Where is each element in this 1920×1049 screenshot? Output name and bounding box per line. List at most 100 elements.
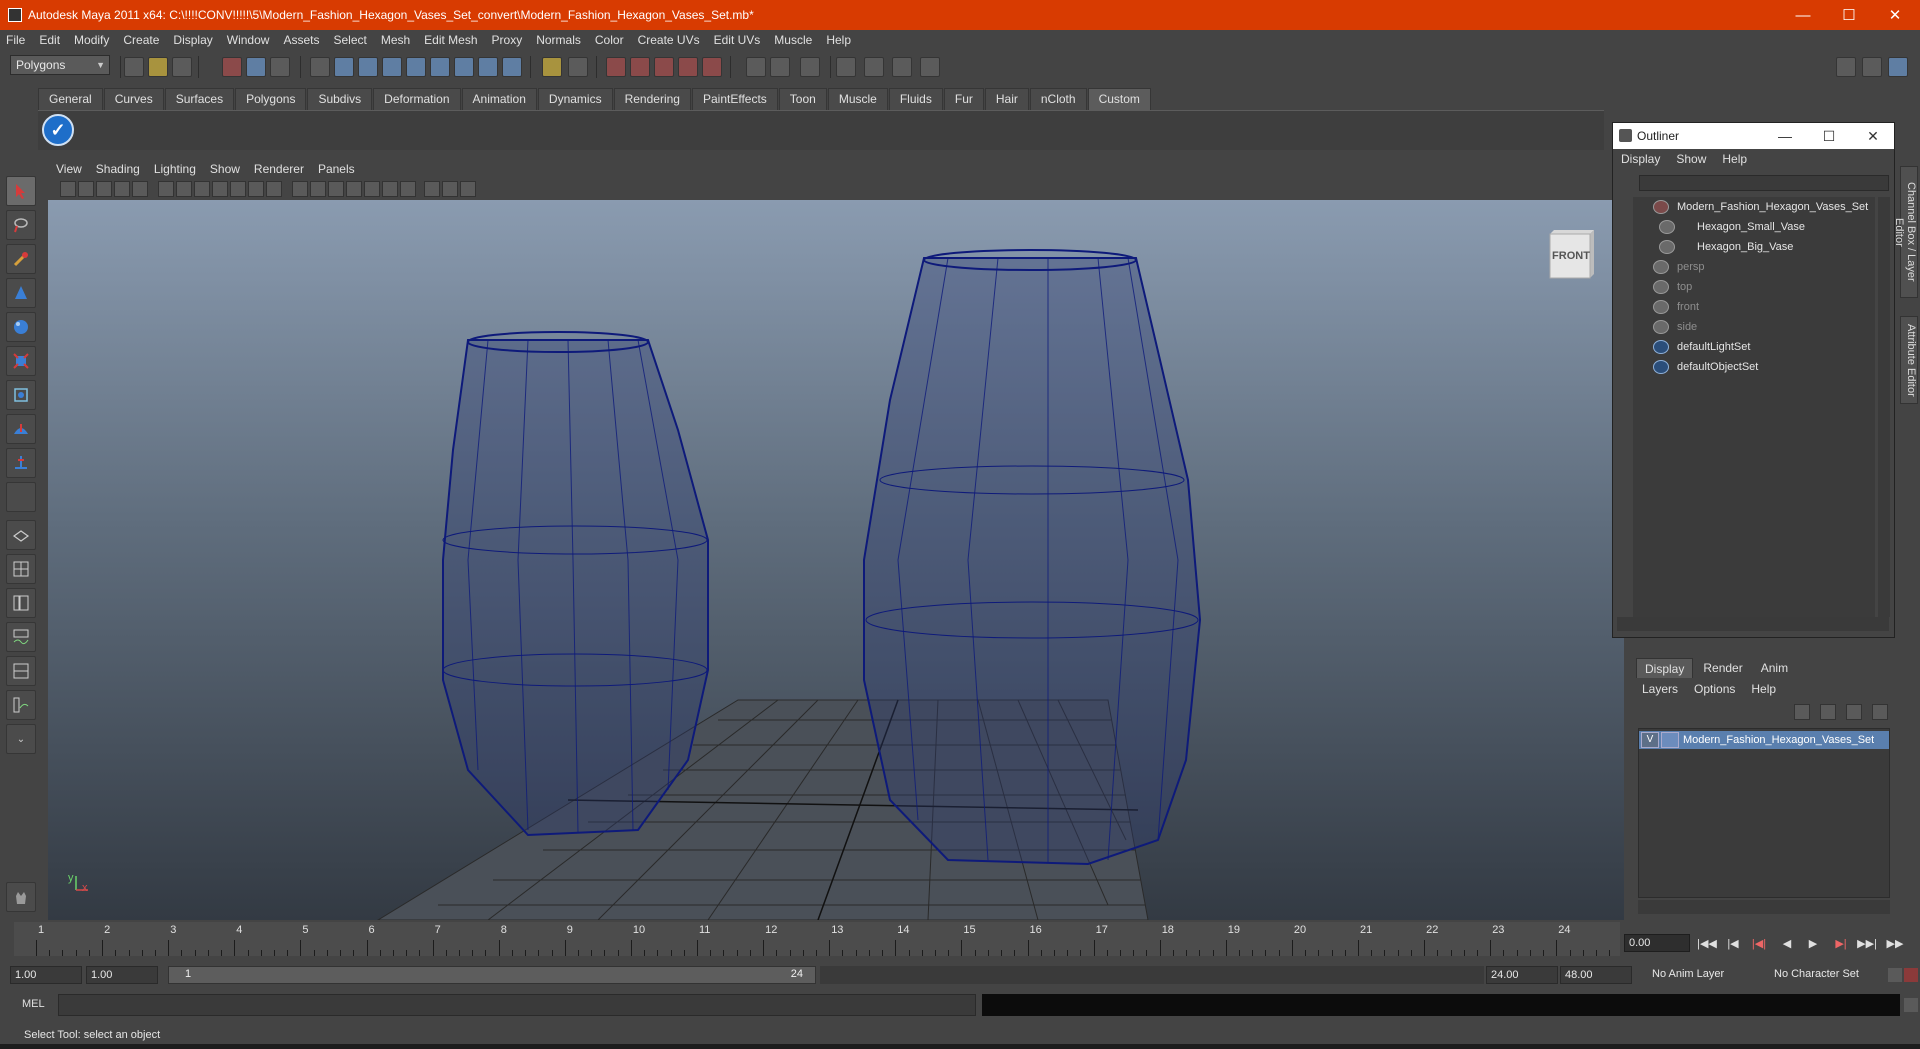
range-slider[interactable]: 1 24 — [168, 966, 816, 984]
outliner-item[interactable]: Hexagon_Small_Vase — [1659, 217, 1805, 237]
move-layer-up-icon[interactable] — [1794, 704, 1810, 720]
view-cube[interactable]: FRONT — [1546, 226, 1596, 282]
go-to-end-button[interactable]: ▶▶ — [1884, 934, 1906, 952]
universal-manipulator-button[interactable] — [6, 380, 36, 410]
outliner-menu-help[interactable]: Help — [1722, 152, 1747, 166]
step-back-key-button[interactable]: |◀ — [1722, 934, 1744, 952]
panel-menu-lighting[interactable]: Lighting — [154, 162, 196, 176]
menu-proxy[interactable]: Proxy — [492, 33, 523, 47]
shelf-tab-hair[interactable]: Hair — [984, 88, 1029, 110]
save-scene-icon[interactable] — [172, 57, 192, 77]
outliner-item[interactable]: defaultLightSet — [1653, 337, 1750, 357]
question-icon[interactable] — [502, 57, 522, 77]
layout-single-icon[interactable] — [1836, 57, 1856, 77]
layer-visibility-toggle[interactable]: V — [1641, 732, 1659, 748]
play-forwards-button[interactable]: ▶ — [1802, 934, 1824, 952]
panel-menu-renderer[interactable]: Renderer — [254, 162, 304, 176]
menu-color[interactable]: Color — [595, 33, 624, 47]
shelf-tab-rendering[interactable]: Rendering — [613, 88, 691, 110]
layer-horizontal-scrollbar[interactable] — [1638, 900, 1890, 914]
menu-create[interactable]: Create — [123, 33, 159, 47]
grid-toggle-icon[interactable] — [158, 181, 174, 197]
input-output-icon[interactable] — [746, 57, 766, 77]
bookmarks-icon[interactable] — [96, 181, 112, 197]
default-lighting-icon[interactable] — [382, 181, 398, 197]
wireframe-on-shaded-icon[interactable] — [328, 181, 344, 197]
layer-menu-options[interactable]: Options — [1694, 682, 1735, 696]
outliner-vertical-scrollbar[interactable] — [1878, 197, 1890, 617]
play-backwards-button[interactable]: ◀ — [1776, 934, 1798, 952]
layer-tab-display[interactable]: Display — [1636, 658, 1694, 678]
wireframe-icon[interactable] — [292, 181, 308, 197]
outliner-item[interactable]: front — [1653, 297, 1699, 317]
menu-assets[interactable]: Assets — [283, 33, 319, 47]
all-lights-icon[interactable] — [400, 181, 416, 197]
step-forward-key-button[interactable]: ▶▶| — [1856, 934, 1878, 952]
rotate-tool-button[interactable] — [6, 312, 36, 342]
menu-create-uvs[interactable]: Create UVs — [638, 33, 700, 47]
menu-mesh[interactable]: Mesh — [381, 33, 410, 47]
paint-effects-tool-button[interactable] — [6, 882, 36, 912]
layer-tab-render[interactable]: Render — [1695, 658, 1750, 678]
select-rendering-icon[interactable] — [478, 57, 498, 77]
outliner-horizontal-scrollbar[interactable] — [1617, 617, 1889, 631]
frame-selection-icon[interactable] — [460, 181, 476, 197]
frame-all-icon[interactable] — [442, 181, 458, 197]
channel-box-toggle-icon[interactable] — [1888, 57, 1908, 77]
channel-box-layer-editor-tab[interactable]: Channel Box / Layer Editor — [1893, 166, 1918, 298]
time-slider[interactable]: 1 2 3 4 5 6 7 8 9 10 11 12 13 14 15 16 17 18 19 20 21 22 23 24 — [14, 922, 1620, 956]
select-component-icon[interactable] — [270, 57, 290, 77]
highlight-selection-icon[interactable] — [568, 57, 588, 77]
select-tool-button[interactable] — [6, 176, 36, 206]
perspective-viewport[interactable]: y x — [48, 200, 1624, 920]
ipr-render-icon[interactable] — [864, 57, 884, 77]
camera-attributes-icon[interactable] — [78, 181, 94, 197]
layout-persp-outliner-button[interactable] — [6, 588, 36, 618]
new-layer-selected-icon[interactable] — [1872, 704, 1888, 720]
menu-muscle[interactable]: Muscle — [774, 33, 812, 47]
outliner-filter-input[interactable] — [1639, 175, 1889, 191]
shelf-tab-animation[interactable]: Animation — [461, 88, 537, 110]
lock-selection-icon[interactable] — [310, 57, 330, 77]
outliner-menu-show[interactable]: Show — [1676, 152, 1706, 166]
lasso-tool-button[interactable] — [6, 210, 36, 240]
select-object-icon[interactable] — [246, 57, 266, 77]
shelf-tab-muscle[interactable]: Muscle — [827, 88, 888, 110]
panel-menu-view[interactable]: View — [56, 162, 82, 176]
go-to-start-button[interactable]: |◀◀ — [1696, 934, 1718, 952]
layer-menu-help[interactable]: Help — [1751, 682, 1776, 696]
layout-attribute-icon[interactable] — [1862, 57, 1882, 77]
shelf-tab-curves[interactable]: Curves — [103, 88, 164, 110]
panel-menu-show[interactable]: Show — [210, 162, 240, 176]
field-chart-icon[interactable] — [230, 181, 246, 197]
snap-view-plane-icon[interactable] — [678, 57, 698, 77]
shelf-tab-general[interactable]: General — [38, 88, 103, 110]
move-layer-down-icon[interactable] — [1820, 704, 1836, 720]
select-deformation-icon[interactable] — [430, 57, 450, 77]
anim-layer-dropdown[interactable]: No Anim Layer — [1648, 966, 1758, 984]
menu-edit-uvs[interactable]: Edit UVs — [714, 33, 761, 47]
panel-menu-panels[interactable]: Panels — [318, 162, 355, 176]
attribute-editor-tab[interactable]: Attribute Editor — [1900, 316, 1918, 404]
step-forward-frame-button[interactable]: ▶| — [1830, 934, 1852, 952]
outliner-item[interactable]: top — [1653, 277, 1692, 297]
menu-normals[interactable]: Normals — [536, 33, 581, 47]
construction-history-icon[interactable] — [770, 57, 790, 77]
layer-color-swatch[interactable] — [1661, 732, 1679, 748]
snap-grid-icon[interactable] — [606, 57, 626, 77]
new-layer-icon[interactable] — [1846, 704, 1862, 720]
resolution-gate-icon[interactable] — [194, 181, 210, 197]
panel-menu-shading[interactable]: Shading — [96, 162, 140, 176]
new-scene-icon[interactable] — [124, 57, 144, 77]
outliner-close-button[interactable]: ✕ — [1851, 123, 1895, 149]
select-handle-icon[interactable] — [334, 57, 354, 77]
layer-menu-layers[interactable]: Layers — [1642, 682, 1678, 696]
current-frame-field[interactable]: 0.00 — [1624, 934, 1690, 952]
paint-select-tool-button[interactable] — [6, 244, 36, 274]
layer-row[interactable]: V Modern_Fashion_Hexagon_Vases_Set — [1639, 731, 1889, 749]
playback-start-field[interactable]: 1.00 — [10, 966, 82, 984]
menu-set-dropdown[interactable]: Polygons ▼ — [10, 55, 110, 75]
layer-tab-anim[interactable]: Anim — [1753, 658, 1796, 678]
safe-action-icon[interactable] — [248, 181, 264, 197]
hypershade-icon[interactable] — [920, 57, 940, 77]
